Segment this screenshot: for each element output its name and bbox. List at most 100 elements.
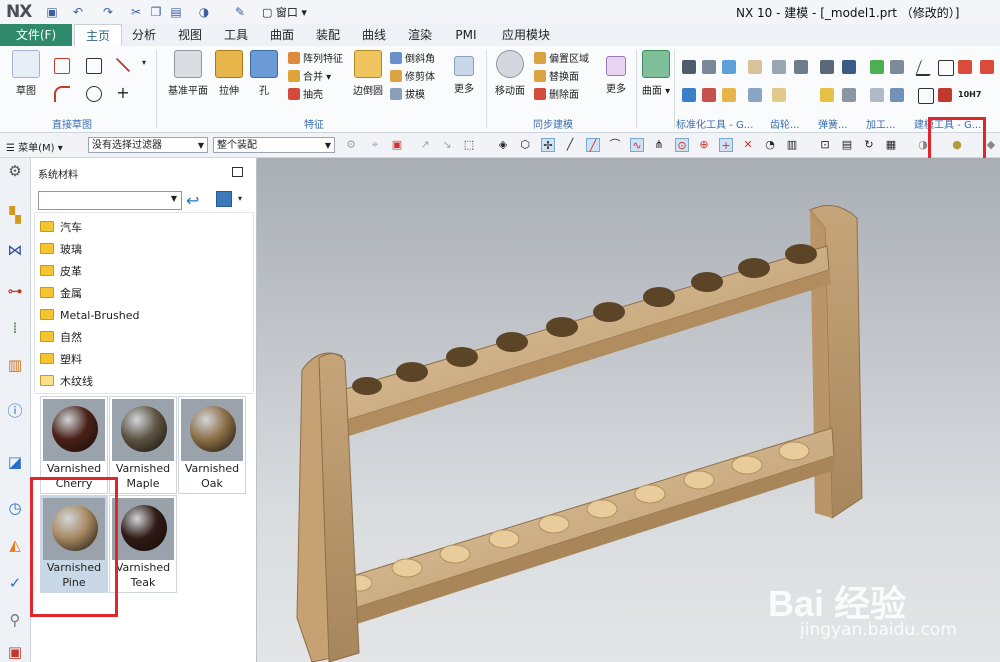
history-icon[interactable]: ◪ [5, 452, 25, 472]
folder-item[interactable]: Metal-Brushed [40, 306, 139, 326]
part-navigator-icon[interactable]: ▚ [5, 205, 25, 225]
tab-curve[interactable]: 曲线 [354, 24, 394, 46]
chamfer-button[interactable]: 倒斜角 [390, 52, 435, 68]
spline-icon[interactable] [54, 58, 70, 74]
select-tool-icon[interactable]: ⌖ [368, 138, 382, 152]
material-swatch-maple[interactable]: Varnished Maple [109, 396, 177, 494]
tab-tools[interactable]: 工具 [216, 24, 256, 46]
process-tool-icon-3[interactable] [870, 88, 884, 102]
cut-icon[interactable]: ✂ [128, 4, 144, 20]
tab-home[interactable]: 主页 [74, 24, 122, 47]
spring-tool-icon-4[interactable] [842, 88, 856, 102]
spring-tool-icon-1[interactable] [820, 60, 834, 74]
more-feature-button[interactable]: 更多 [450, 50, 478, 95]
rectangle-select-icon[interactable]: ⬚ [462, 138, 476, 152]
shell-button[interactable]: 抽壳 [288, 88, 323, 104]
tolerance-label[interactable]: 10H7 [958, 90, 981, 99]
tab-render[interactable]: 渲染 [400, 24, 440, 46]
arc-icon[interactable] [54, 86, 70, 102]
snap-tool-icon[interactable]: ╱ [563, 138, 577, 152]
std-tool-icon-5[interactable] [702, 88, 716, 102]
std-tool-icon-6[interactable] [722, 88, 736, 102]
select-tool-icon[interactable]: ▣ [390, 138, 404, 152]
replace-face-button[interactable]: 替换面 [534, 70, 579, 86]
modeling-tool-icon-2[interactable] [980, 60, 994, 74]
std-tool-icon-7[interactable] [748, 60, 762, 74]
part-history-icon[interactable]: ⁞ [5, 318, 25, 338]
copy-icon[interactable]: ❐ [148, 4, 164, 20]
view-more-icon[interactable]: ◆ [984, 138, 998, 152]
system-scene-icon[interactable]: ◭ [5, 535, 25, 555]
folder-item[interactable]: 塑料 [40, 350, 82, 370]
folder-item[interactable]: 玻璃 [40, 240, 82, 260]
sketch-button[interactable]: 草图 [8, 50, 44, 97]
tab-applications[interactable]: 应用模块 [494, 24, 558, 46]
edge-blend-button[interactable]: 边倒圆 [348, 50, 388, 97]
spring-tool-icon-2[interactable] [842, 60, 856, 74]
undo-icon[interactable]: ↶ [70, 4, 86, 20]
material-swatch-teak[interactable]: Varnished Teak [109, 495, 177, 593]
delete-face-button[interactable]: 删除面 [534, 88, 579, 104]
web-browser-icon[interactable]: ⓘ [5, 401, 25, 421]
maximize-icon[interactable] [232, 167, 243, 177]
line-icon[interactable] [116, 58, 130, 72]
view-tool-icon[interactable]: ◔ [763, 138, 777, 152]
process-tool-icon-2[interactable] [890, 60, 904, 74]
select-tool-icon[interactable]: ↗ [418, 138, 432, 152]
folder-item-open[interactable]: 木纹线 [40, 372, 93, 392]
rectangle-icon[interactable] [86, 58, 102, 74]
gear-tool-icon-2[interactable] [794, 60, 808, 74]
select-tool-icon[interactable]: ⚙ [344, 138, 358, 152]
square-icon[interactable] [938, 60, 954, 76]
snap-tool-icon[interactable]: ✢ [541, 138, 555, 152]
select-tool-icon[interactable]: ↘ [440, 138, 454, 152]
save-icon[interactable]: ▣ [44, 4, 60, 20]
tab-pmi[interactable]: PMI [446, 24, 486, 46]
gear-tool-icon-3[interactable] [772, 88, 786, 102]
select-tool-icon[interactable]: ◈ [496, 138, 510, 152]
folder-item[interactable]: 金属 [40, 284, 82, 304]
modeling-tool-icon-1[interactable] [958, 60, 972, 74]
system-materials-icon[interactable]: ⚲ [5, 610, 25, 630]
move-face-button[interactable]: 移动面 [492, 50, 528, 97]
selection-scope-dropdown[interactable]: 整个装配 ▼ [213, 137, 335, 153]
std-tool-icon-8[interactable] [748, 88, 762, 102]
view-mode-icon[interactable] [216, 191, 232, 207]
back-icon[interactable]: ↩ [186, 191, 199, 210]
circle-icon[interactable] [86, 86, 102, 102]
draft-button[interactable]: 拔模 [390, 88, 425, 104]
std-tool-icon-1[interactable] [682, 60, 696, 74]
view-tool-icon[interactable]: ⊡ [818, 138, 832, 152]
material-swatch-oak[interactable]: Varnished Oak [178, 396, 246, 494]
roles-icon[interactable]: ✓ [5, 573, 25, 593]
datum-plane-button[interactable]: 基准平面 [166, 50, 210, 97]
std-tool-icon-3[interactable] [722, 60, 736, 74]
tab-surface[interactable]: 曲面 [262, 24, 302, 46]
snap-tool-icon[interactable]: ╱ [586, 138, 600, 152]
more-sync-button[interactable]: 更多 [602, 50, 630, 95]
tab-analysis[interactable]: 分析 [124, 24, 164, 46]
gear-icon[interactable]: ⚙ [5, 161, 25, 181]
material-filter-dropdown[interactable]: ▼ [38, 191, 182, 210]
snap-tool-icon[interactable]: ⋔ [652, 138, 666, 152]
view-tool-icon[interactable]: ▤ [840, 138, 854, 152]
paste-icon[interactable]: ▤ [168, 4, 184, 20]
menu-button[interactable]: ☰ 菜单(M) ▾ [6, 139, 63, 154]
modeling-tool-icon-3[interactable] [918, 88, 934, 104]
folder-item[interactable]: 汽车 [40, 218, 82, 238]
palette-icon[interactable]: ▣ [5, 642, 25, 662]
redo-icon[interactable]: ↷ [100, 4, 116, 20]
sketch-more-arrow[interactable]: ▾ [142, 58, 146, 67]
hole-button[interactable]: 孔 [250, 50, 278, 97]
select-tool-icon[interactable]: ⬡ [518, 138, 532, 152]
extrude-button[interactable]: 拉伸 [212, 50, 246, 97]
folder-item[interactable]: 自然 [40, 328, 82, 348]
process-tool-icon-4[interactable] [890, 88, 904, 102]
std-tool-icon-2[interactable] [702, 60, 716, 74]
offset-region-button[interactable]: 偏置区域 [534, 52, 589, 68]
snap-tool-icon[interactable]: ⊕ [697, 138, 711, 152]
reuse-library-icon[interactable]: ▥ [5, 355, 25, 375]
touch-mode-icon[interactable]: ✎ [232, 4, 248, 20]
modeling-tool-icon-4[interactable] [938, 88, 952, 102]
snap-tool-icon[interactable]: ∿ [630, 138, 644, 152]
